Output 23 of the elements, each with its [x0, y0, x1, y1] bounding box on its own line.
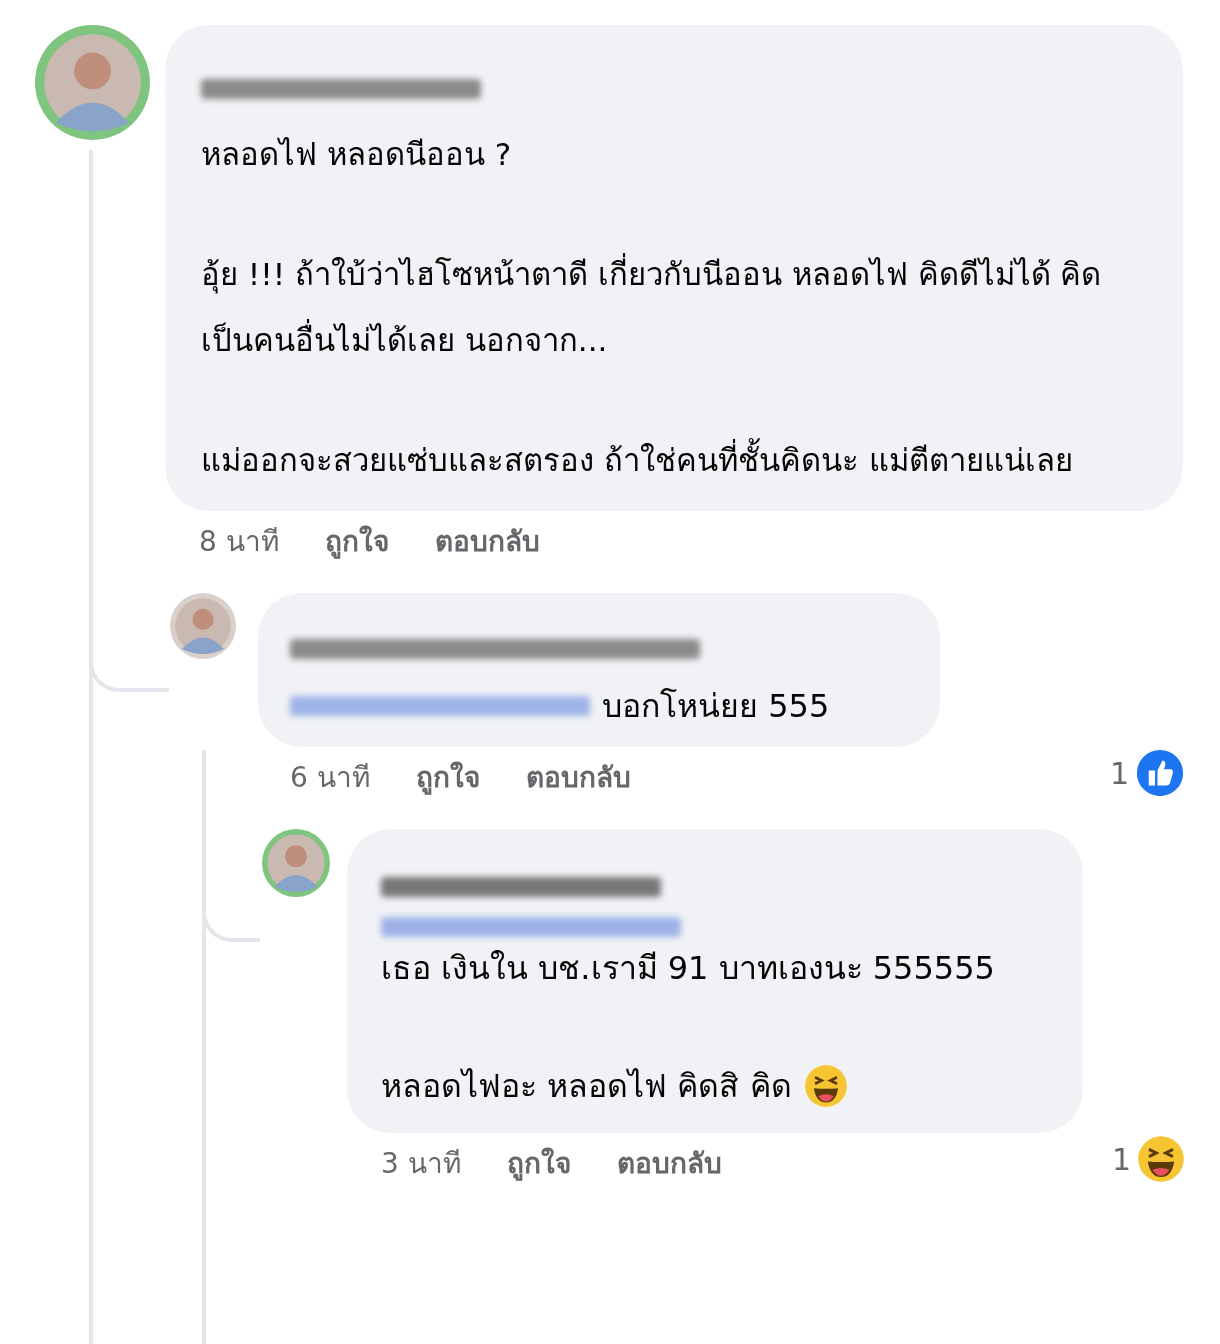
comment-time[interactable]: 3 นาที [381, 1143, 461, 1185]
like-button[interactable]: ถูกใจ [506, 1143, 571, 1185]
reaction-count[interactable]: 1 [1111, 1136, 1131, 1182]
comment-text: หลอดไฟ หลอดนีออน ? [201, 135, 513, 174]
reply-text: บอกโหน่ยย 555 [602, 686, 830, 727]
like-reaction-icon [1135, 748, 1185, 798]
comment-time[interactable]: 6 นาที [290, 757, 370, 799]
comment-time[interactable]: 8 นาที [199, 521, 279, 563]
reply-button[interactable]: ตอบกลับ [616, 1143, 722, 1185]
avatar[interactable] [35, 25, 150, 140]
avatar[interactable] [262, 829, 330, 897]
reaction-count[interactable]: 1 [1109, 750, 1129, 796]
laughing-reaction-icon [1137, 1135, 1185, 1183]
like-button[interactable]: ถูกใจ [324, 521, 389, 563]
laughing-emoji-icon [803, 1064, 848, 1108]
reply-button[interactable]: ตอบกลับ [434, 521, 540, 563]
avatar[interactable] [170, 593, 236, 659]
comment-text: อุ้ย !!! ถ้าใบ้ว่าไฮโซหน้าตาดี เกี่ยวกับนีออน หลอดไฟ คิดดีไม่ได้ คิดเป็นคนอื่นไม่ได้เลย นอกจาก... [201, 241, 1147, 373]
like-button[interactable]: ถูกใจ [415, 757, 480, 799]
reply-text: หลอดไฟอะ หลอดไฟ คิดสิ คิด [381, 1066, 792, 1107]
comment-text: แม่ออกจะสวยแซ่บและสตรอง ถ้าใช่คนที่ชั้นคิดนะ แม่ตีตายแน่เลย [201, 427, 1147, 493]
reply-button[interactable]: ตอบกลับ [525, 757, 631, 799]
reply-text: เธอ เงินใน บช.เรามี 91 บาทเองนะ 555555 [381, 948, 995, 989]
